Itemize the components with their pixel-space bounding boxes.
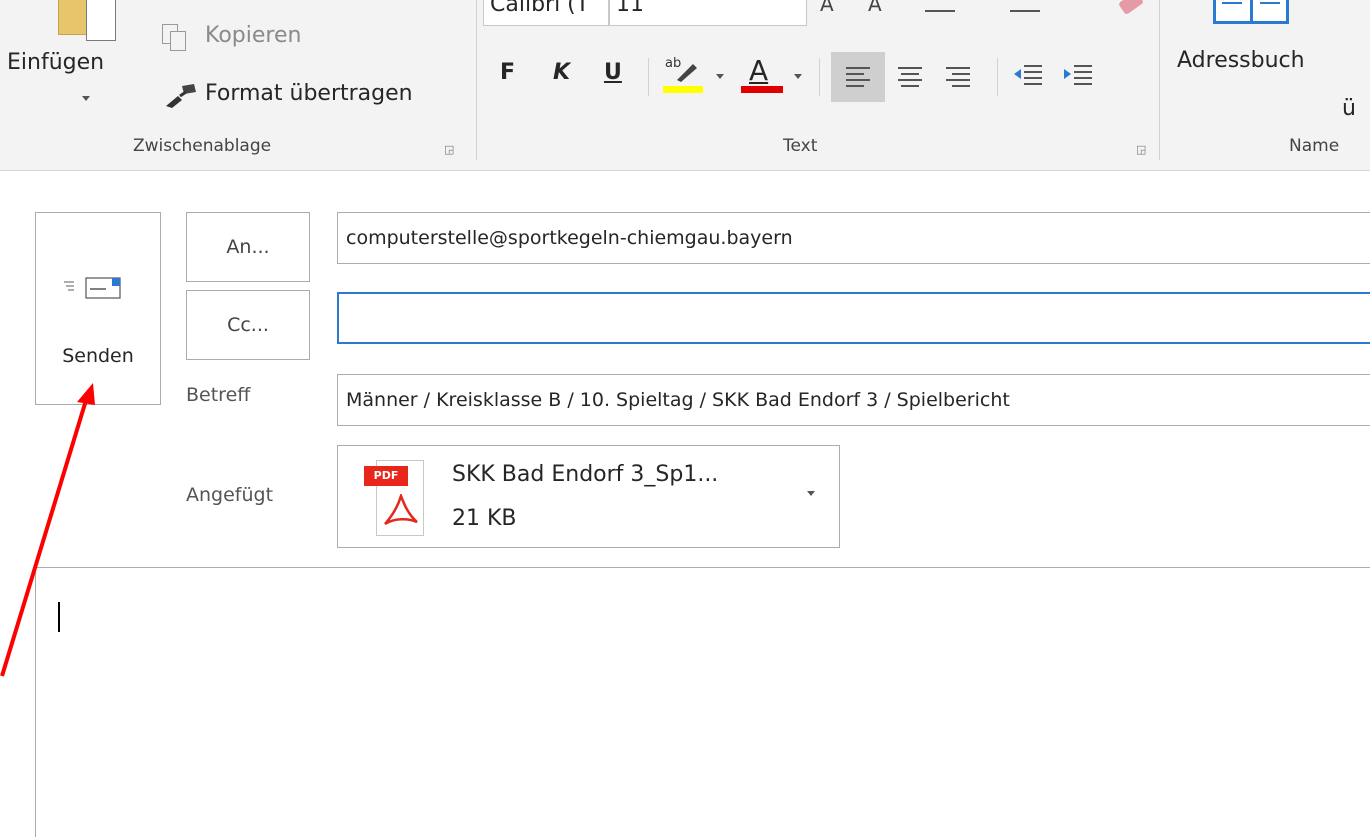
attached-label: Angefügt <box>186 484 274 506</box>
paste-dropdown-icon[interactable] <box>82 96 90 101</box>
send-icon <box>64 274 130 300</box>
underline-button[interactable]: U <box>604 60 622 85</box>
paste-icon[interactable] <box>56 0 118 41</box>
address-book-button[interactable]: Adressbuch <box>1177 48 1305 73</box>
to-input[interactable]: computerstelle@sportkegeln-chiemgau.baye… <box>337 212 1370 264</box>
clear-formatting-icon[interactable] <box>1117 0 1145 16</box>
cc-button[interactable]: Cc... <box>186 290 310 360</box>
address-book-icon[interactable] <box>1213 0 1289 24</box>
shrink-font-icon[interactable]: A <box>868 0 882 16</box>
clipboard-launcher-icon[interactable]: ◲ <box>444 143 454 156</box>
text-launcher-icon[interactable]: ◲ <box>1136 143 1146 156</box>
cc-button-label: Cc... <box>227 314 269 336</box>
font-color-dropdown-icon[interactable] <box>794 74 802 79</box>
bullets-icon[interactable] <box>925 10 955 12</box>
font-color-icon[interactable]: A <box>741 54 783 94</box>
toolbar-divider <box>648 58 649 96</box>
check-names-button[interactable]: ü <box>1342 96 1356 121</box>
font-name-value: Calibri (T <box>490 0 590 17</box>
copy-button[interactable]: Kopieren <box>205 23 301 48</box>
format-painter-button[interactable]: Format übertragen <box>205 81 413 106</box>
numbering-icon[interactable] <box>1010 10 1040 12</box>
message-body[interactable] <box>35 567 1370 837</box>
format-painter-icon[interactable] <box>164 82 200 110</box>
send-label: Senden <box>62 345 134 367</box>
text-group-label: Text <box>783 136 818 156</box>
italic-button[interactable]: K <box>553 60 570 85</box>
toolbar-divider <box>997 58 998 96</box>
font-name-combobox[interactable]: Calibri (T <box>483 0 609 26</box>
to-button[interactable]: An... <box>186 212 310 282</box>
names-group-label: Name <box>1289 136 1340 156</box>
bold-button[interactable]: F <box>500 60 515 85</box>
subject-label: Betreff <box>186 384 251 406</box>
cc-input[interactable] <box>337 292 1370 344</box>
group-divider <box>1159 0 1160 160</box>
attachment-size: 21 KB <box>452 506 517 531</box>
subject-input[interactable]: Männer / Kreisklasse B / 10. Spieltag / … <box>337 374 1370 426</box>
paste-button[interactable]: Einfügen <box>7 50 104 75</box>
toolbar-divider <box>819 58 820 96</box>
align-center-icon[interactable] <box>898 67 922 91</box>
highlight-dropdown-icon[interactable] <box>716 74 724 79</box>
subject-value: Männer / Kreisklasse B / 10. Spieltag / … <box>346 389 1010 411</box>
attachment-name: SKK Bad Endorf 3_Sp1... <box>452 462 719 487</box>
align-left-icon[interactable] <box>831 52 885 102</box>
to-recipient[interactable]: computerstelle@sportkegeln-chiemgau.baye… <box>346 227 793 249</box>
copy-icon <box>162 24 192 54</box>
highlight-icon[interactable]: ab <box>663 56 703 94</box>
send-button[interactable]: Senden <box>35 212 161 405</box>
pdf-file-icon: PDF <box>364 460 424 538</box>
group-divider <box>476 0 477 160</box>
increase-indent-icon[interactable] <box>1064 65 1092 91</box>
ribbon: Einfügen Kopieren Format übertragen Zwis… <box>0 0 1370 171</box>
align-right-icon[interactable] <box>946 67 970 91</box>
pdf-badge: PDF <box>364 466 408 486</box>
attachment-item[interactable]: PDF SKK Bad Endorf 3_Sp1... 21 KB <box>337 445 840 548</box>
font-size-value: 11 <box>616 0 644 17</box>
decrease-indent-icon[interactable] <box>1014 65 1042 91</box>
grow-font-icon[interactable]: A <box>820 0 834 16</box>
to-button-label: An... <box>226 236 270 258</box>
text-cursor <box>58 602 60 632</box>
clipboard-group-label: Zwischenablage <box>133 136 272 156</box>
attachment-dropdown-icon[interactable] <box>807 491 815 496</box>
font-size-combobox[interactable]: 11 <box>609 0 807 26</box>
